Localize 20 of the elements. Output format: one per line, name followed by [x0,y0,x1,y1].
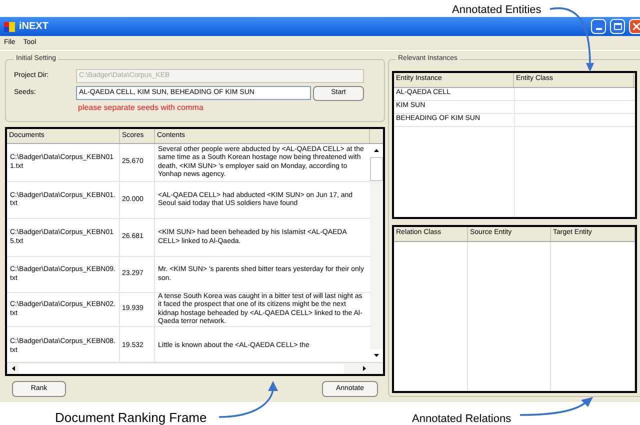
maximize-button[interactable] [610,19,625,34]
close-button[interactable] [629,19,640,34]
up-arrow-icon [374,149,379,152]
scrollbar-thumb[interactable] [370,157,383,181]
callout-arrow [550,7,594,72]
callout-label: Annotated Relations [412,412,512,425]
close-icon [633,23,640,30]
down-arrow-icon [374,354,379,357]
scrollbar-thumb[interactable] [19,364,344,374]
left-arrow-icon [12,366,14,371]
callout-label: Document Ranking Frame [55,409,207,425]
horizontal-scrollbar[interactable] [7,362,383,374]
callout-label: Annotated Entities [452,3,542,18]
window-title: iNEXT [19,20,48,34]
callout-arrow [218,381,278,418]
vertical-scrollbar[interactable] [370,144,383,362]
minimize-button[interactable] [591,19,606,34]
app-icon [4,22,15,32]
hint-text: please separate seeds with comma [78,102,204,114]
right-arrow-icon [362,366,366,371]
